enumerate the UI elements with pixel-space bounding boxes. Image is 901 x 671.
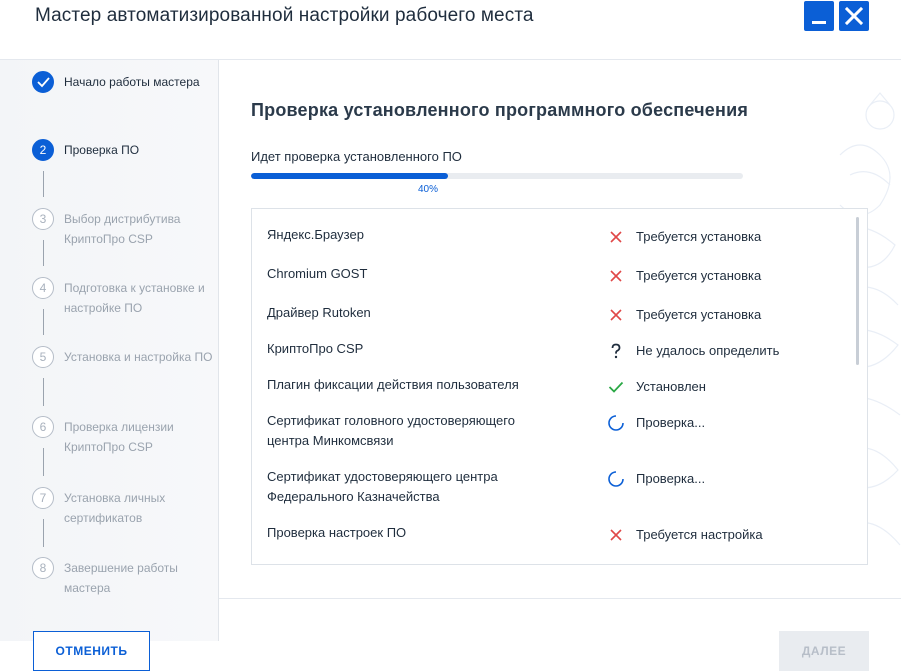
software-name: Яндекс.Браузер: [267, 227, 364, 242]
step-connector: [43, 309, 44, 335]
cross-icon: [606, 227, 626, 247]
next-button[interactable]: ДАЛЕЕ: [779, 631, 869, 671]
progress-percent: 40%: [417, 184, 438, 195]
status-text: Проверка...: [636, 471, 706, 486]
close-button[interactable]: [839, 1, 869, 31]
software-name: Проверка настроек ПО: [267, 525, 407, 540]
step-label: Выбор дистрибутива КриптоПро CSP: [64, 212, 181, 246]
cross-icon: [606, 525, 626, 545]
step-connector: [43, 519, 44, 547]
step-done-badge: [32, 71, 54, 93]
step-number: 6: [32, 416, 54, 438]
header: Мастер автоматизированной настройки рабо…: [0, 0, 901, 60]
status-text: Не удалось определить: [636, 343, 780, 358]
cross-icon: [606, 305, 626, 325]
scrollbar-thumb[interactable]: [856, 217, 859, 365]
step-number: 2: [32, 139, 54, 161]
status-text: Проверка...: [636, 415, 706, 430]
spinner-icon: [606, 413, 626, 433]
step-label: Установка и настройка ПО: [64, 350, 213, 364]
status-text: Требуется настройка: [636, 527, 763, 542]
step-label: Проверка ПО: [64, 143, 140, 157]
step-label: Проверка лицензии КриптоПро CSP: [64, 420, 174, 454]
step-label: Начало работы мастера: [64, 75, 200, 89]
check-icon: [37, 77, 50, 88]
progress-label: Идет проверка установленного ПО: [251, 149, 462, 164]
step-label: Завершение работы мастера: [64, 561, 178, 595]
step-number: 3: [32, 208, 54, 230]
step-number: 7: [32, 487, 54, 509]
step-number: 4: [32, 277, 54, 299]
software-name: Драйвер Rutoken: [267, 305, 371, 320]
cancel-button[interactable]: ОТМЕНИТЬ: [33, 631, 150, 671]
step-label: Установка личных сертификатов: [64, 491, 166, 525]
software-name: Сертификат головного удостоверяющего цен…: [267, 413, 515, 448]
status-text: Требуется установка: [636, 268, 762, 283]
status-text: Требуется установка: [636, 307, 762, 322]
software-name: КриптоПро CSP: [267, 341, 364, 356]
section-title: Проверка установленного программного обе…: [251, 100, 749, 120]
footer-divider: [219, 598, 901, 599]
status-text: Установлен: [636, 379, 706, 394]
cross-icon: [606, 266, 626, 286]
step-number: 8: [32, 557, 54, 579]
step-connector: [43, 378, 44, 406]
close-icon: [844, 6, 864, 26]
step-connector: [43, 171, 44, 197]
check-icon: [606, 377, 626, 397]
software-check-list[interactable]: Яндекс.Браузер Требуется установка Chrom…: [251, 208, 868, 565]
software-name: Плагин фиксации действия пользователя: [267, 377, 519, 392]
question-icon: [606, 341, 626, 361]
minimize-button[interactable]: [804, 1, 834, 31]
status-text: Требуется установка: [636, 229, 762, 244]
progress-bar-fill: [251, 173, 448, 179]
step-label: Подготовка к установке и настройке ПО: [64, 281, 205, 315]
spinner-icon: [606, 469, 626, 489]
step-connector: [43, 448, 44, 476]
step-connector: [43, 240, 44, 266]
progress-bar: [251, 173, 743, 179]
minimize-icon: [812, 21, 826, 24]
step-number: 5: [32, 346, 54, 368]
software-name: Chromium GOST: [267, 266, 368, 281]
software-name: Сертификат удостоверяющего центра Федера…: [267, 469, 498, 504]
window-title: Мастер автоматизированной настройки рабо…: [35, 5, 534, 26]
